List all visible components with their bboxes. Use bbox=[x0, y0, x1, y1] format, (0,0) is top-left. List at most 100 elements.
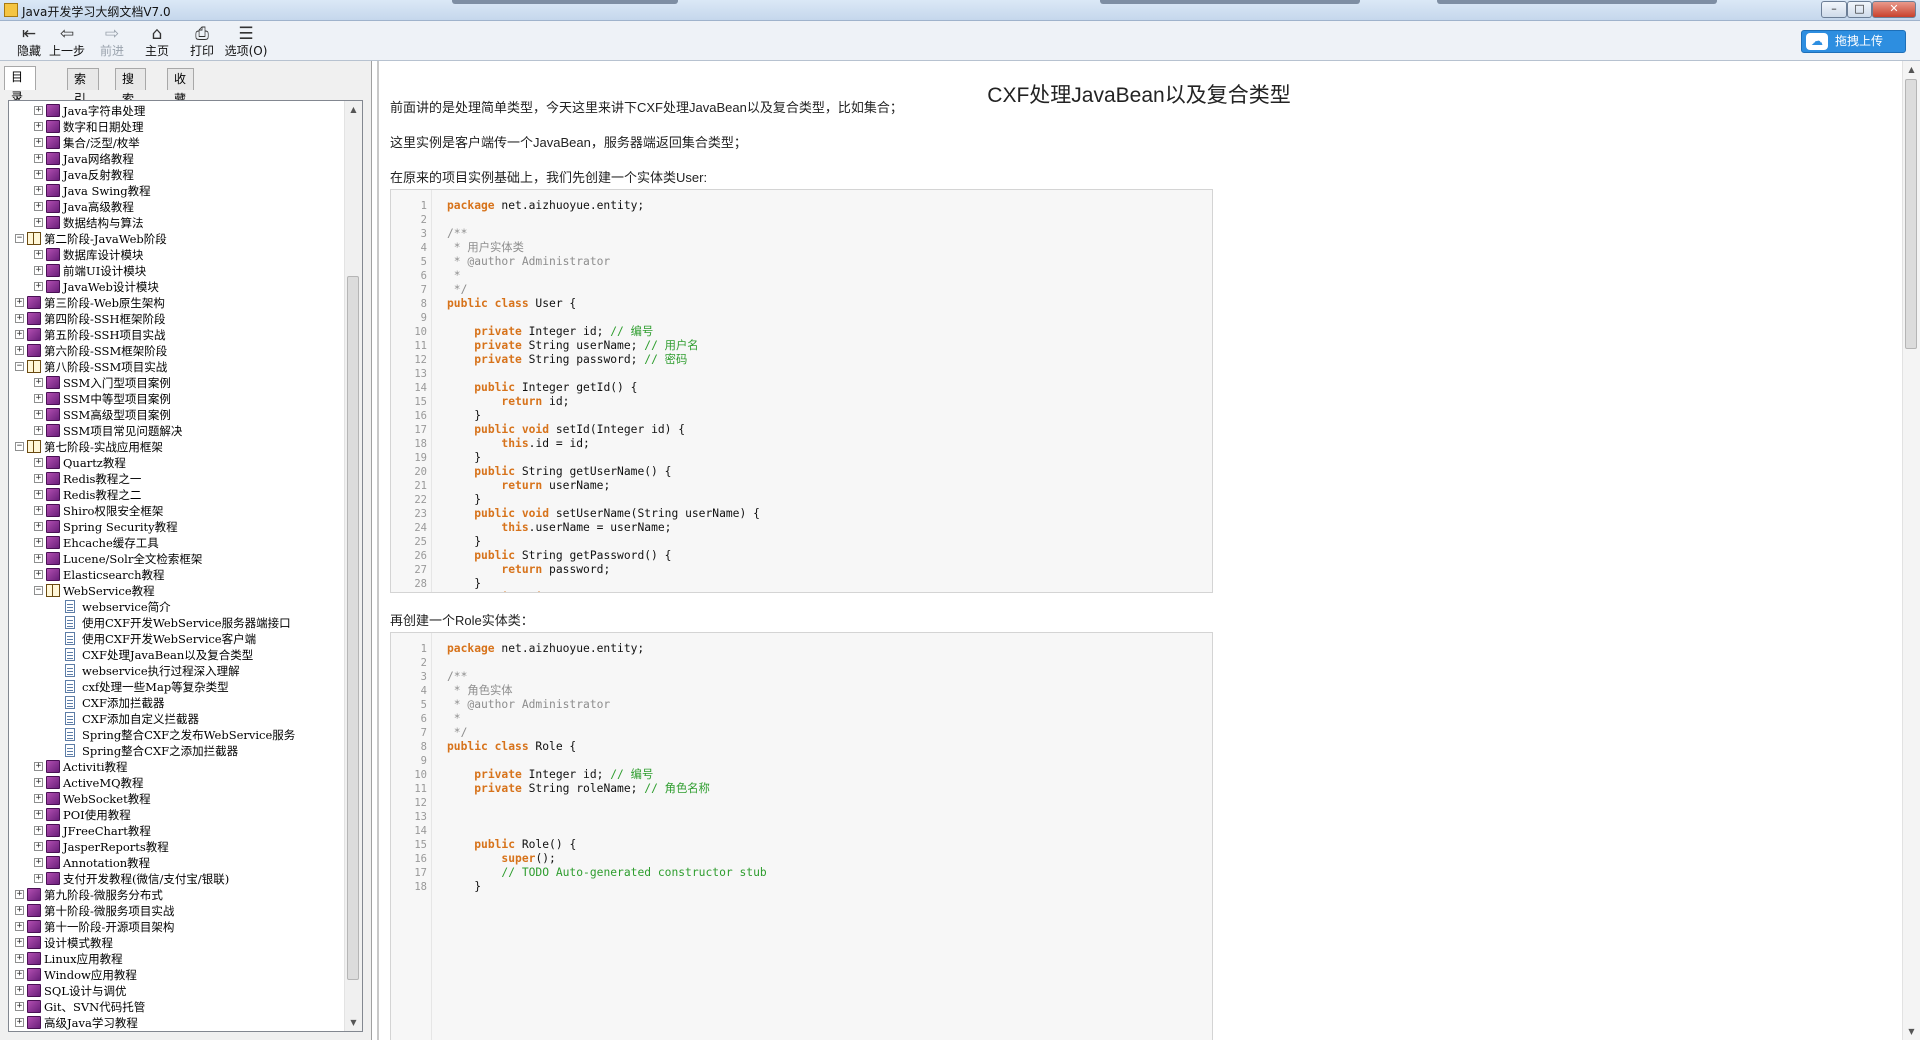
tree-folder-item[interactable]: + Redis教程之一 bbox=[9, 471, 345, 487]
tree-folder-item[interactable]: + 第六阶段-SSM框架阶段 bbox=[9, 343, 345, 359]
expand-icon[interactable]: + bbox=[34, 522, 43, 531]
expand-icon[interactable]: + bbox=[34, 538, 43, 547]
tree-folder-item[interactable]: + Ehcache缓存工具 bbox=[9, 535, 345, 551]
tree-topic-item[interactable]: 使用CXF开发WebService客户端 bbox=[9, 631, 345, 647]
tree-folder-item[interactable]: + 数字和日期处理 bbox=[9, 119, 345, 135]
tree-folder-item[interactable]: + Java字符串处理 bbox=[9, 103, 345, 119]
collapse-icon[interactable]: − bbox=[15, 442, 24, 451]
tree-folder-item[interactable]: + POI使用教程 bbox=[9, 807, 345, 823]
tab-3[interactable]: 收藏夹(I) bbox=[167, 68, 194, 146]
tree-folder-item[interactable]: + 第四阶段-SSH框架阶段 bbox=[9, 311, 345, 327]
expand-icon[interactable]: + bbox=[15, 314, 24, 323]
tree-folder-item[interactable]: − WebService教程 bbox=[9, 583, 345, 599]
tree-folder-item[interactable]: + 高级Java学习教程 bbox=[9, 1015, 345, 1031]
tab-0[interactable]: 目录(C) bbox=[4, 66, 36, 124]
expand-icon[interactable]: + bbox=[34, 426, 43, 435]
tree-folder-item[interactable]: + Annotation教程 bbox=[9, 855, 345, 871]
expand-icon[interactable]: + bbox=[34, 202, 43, 211]
expand-icon[interactable]: + bbox=[34, 762, 43, 771]
minimize-button[interactable]: – bbox=[1821, 1, 1847, 18]
expand-icon[interactable]: + bbox=[34, 138, 43, 147]
expand-icon[interactable]: + bbox=[34, 458, 43, 467]
expand-icon[interactable]: + bbox=[34, 474, 43, 483]
expand-icon[interactable]: + bbox=[34, 106, 43, 115]
maximize-button[interactable]: □ bbox=[1847, 1, 1872, 18]
scroll-up-arrow-icon[interactable]: ▲ bbox=[345, 101, 362, 118]
tree-folder-item[interactable]: + 前端UI设计模块 bbox=[9, 263, 345, 279]
expand-icon[interactable]: + bbox=[34, 778, 43, 787]
tree-folder-item[interactable]: + WebSocket教程 bbox=[9, 791, 345, 807]
tree-topic-item[interactable]: cxf处理一些Map等复杂类型 bbox=[9, 679, 345, 695]
tree-topic-item[interactable]: Spring整合CXF之发布WebService服务 bbox=[9, 727, 345, 743]
expand-icon[interactable]: + bbox=[15, 938, 24, 947]
tab-2[interactable]: 搜索(S) bbox=[115, 68, 146, 126]
expand-icon[interactable]: + bbox=[15, 1002, 24, 1011]
tree-folder-item[interactable]: + 第十阶段-微服务项目实战 bbox=[9, 903, 345, 919]
expand-icon[interactable]: + bbox=[15, 346, 24, 355]
expand-icon[interactable]: + bbox=[15, 986, 24, 995]
tree-folder-item[interactable]: + SSM高级型项目案例 bbox=[9, 407, 345, 423]
tree-folder-item[interactable]: + Window应用教程 bbox=[9, 967, 345, 983]
tree-folder-item[interactable]: + SSM中等型项目案例 bbox=[9, 391, 345, 407]
collapse-icon[interactable]: − bbox=[15, 362, 24, 371]
tree-scrollbar[interactable]: ▲ ▼ bbox=[344, 101, 362, 1031]
tree-folder-item[interactable]: + JavaWeb设计模块 bbox=[9, 279, 345, 295]
expand-icon[interactable]: + bbox=[15, 906, 24, 915]
collapse-icon[interactable]: − bbox=[15, 234, 24, 243]
tree-topic-item[interactable]: CXF处理JavaBean以及复合类型 bbox=[9, 647, 345, 663]
expand-icon[interactable]: + bbox=[34, 250, 43, 259]
tree-topic-item[interactable]: Spring整合CXF之添加拦截器 bbox=[9, 743, 345, 759]
tree-folder-item[interactable]: + 第九阶段-微服务分布式 bbox=[9, 887, 345, 903]
scroll-up-arrow-icon[interactable]: ▲ bbox=[1903, 61, 1920, 78]
tree-folder-item[interactable]: + Spring Security教程 bbox=[9, 519, 345, 535]
tree-topic-item[interactable]: webservice简介 bbox=[9, 599, 345, 615]
tree-folder-item[interactable]: − 第八阶段-SSM项目实战 bbox=[9, 359, 345, 375]
expand-icon[interactable]: + bbox=[15, 1018, 24, 1027]
content-scrollbar[interactable]: ▲ ▼ bbox=[1902, 61, 1920, 1040]
expand-icon[interactable]: + bbox=[34, 378, 43, 387]
tree-topic-item[interactable]: webservice执行过程深入理解 bbox=[9, 663, 345, 679]
tree-folder-item[interactable]: + 设计模式教程 bbox=[9, 935, 345, 951]
expand-icon[interactable]: + bbox=[34, 266, 43, 275]
tree-folder-item[interactable]: + SQL设计与调优 bbox=[9, 983, 345, 999]
expand-icon[interactable]: + bbox=[34, 122, 43, 131]
options-button[interactable]: ☰ 选项(O) bbox=[220, 23, 272, 59]
tree-folder-item[interactable]: + Java网络教程 bbox=[9, 151, 345, 167]
expand-icon[interactable]: + bbox=[34, 858, 43, 867]
tree-folder-item[interactable]: + Redis教程之二 bbox=[9, 487, 345, 503]
expand-icon[interactable]: + bbox=[34, 394, 43, 403]
tree-topic-item[interactable]: CXF添加自定义拦截器 bbox=[9, 711, 345, 727]
expand-icon[interactable]: + bbox=[15, 298, 24, 307]
tree-folder-item[interactable]: + 集合/泛型/枚举 bbox=[9, 135, 345, 151]
tree-folder-item[interactable]: + Linux应用教程 bbox=[9, 951, 345, 967]
tree-folder-item[interactable]: + ActiveMQ教程 bbox=[9, 775, 345, 791]
scroll-down-arrow-icon[interactable]: ▼ bbox=[1903, 1023, 1920, 1040]
expand-icon[interactable]: + bbox=[34, 218, 43, 227]
expand-icon[interactable]: + bbox=[15, 970, 24, 979]
expand-icon[interactable]: + bbox=[34, 794, 43, 803]
tree-folder-item[interactable]: + 第三阶段-Web原生架构 bbox=[9, 295, 345, 311]
expand-icon[interactable]: + bbox=[15, 330, 24, 339]
scroll-down-arrow-icon[interactable]: ▼ bbox=[345, 1014, 362, 1031]
tree-topic-item[interactable]: CXF添加拦截器 bbox=[9, 695, 345, 711]
tree-scroll-thumb[interactable] bbox=[347, 276, 359, 980]
expand-icon[interactable]: + bbox=[34, 506, 43, 515]
expand-icon[interactable]: + bbox=[34, 154, 43, 163]
tree-folder-item[interactable]: + 第五阶段-SSH项目实战 bbox=[9, 327, 345, 343]
expand-icon[interactable]: + bbox=[15, 922, 24, 931]
tree-folder-item[interactable]: + SSM入门型项目案例 bbox=[9, 375, 345, 391]
tree-folder-item[interactable]: + Elasticsearch教程 bbox=[9, 567, 345, 583]
tree-folder-item[interactable]: + Lucene/Solr全文检索框架 bbox=[9, 551, 345, 567]
tree-folder-item[interactable]: − 第七阶段-实战应用框架 bbox=[9, 439, 345, 455]
tree-folder-item[interactable]: + Java高级教程 bbox=[9, 199, 345, 215]
content-scroll-thumb[interactable] bbox=[1905, 79, 1917, 349]
tree-topic-item[interactable]: 使用CXF开发WebService服务器端接口 bbox=[9, 615, 345, 631]
tree-folder-item[interactable]: + 数据结构与算法 bbox=[9, 215, 345, 231]
tree-folder-item[interactable]: + Git、SVN代码托管 bbox=[9, 999, 345, 1015]
tree-folder-item[interactable]: + JasperReports教程 bbox=[9, 839, 345, 855]
tree-folder-item[interactable]: + Java反射教程 bbox=[9, 167, 345, 183]
expand-icon[interactable]: + bbox=[34, 490, 43, 499]
expand-icon[interactable]: + bbox=[15, 954, 24, 963]
tree-folder-item[interactable]: + Java Swing教程 bbox=[9, 183, 345, 199]
tab-1[interactable]: 索引(N) bbox=[67, 68, 100, 126]
